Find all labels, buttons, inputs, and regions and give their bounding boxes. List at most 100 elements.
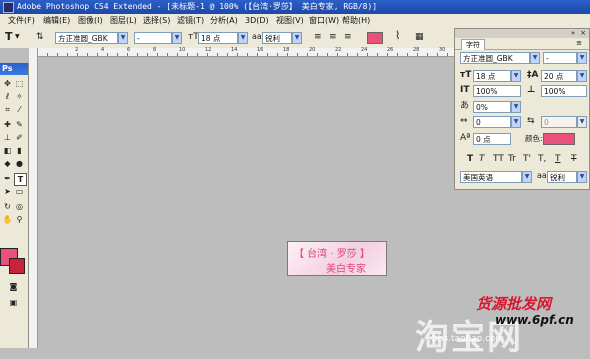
kerning-input[interactable]: 0	[541, 116, 577, 128]
magic-wand-tool-icon[interactable]: ✧	[14, 91, 25, 102]
align-left-icon[interactable]: ≡	[314, 31, 322, 43]
document-text-line1[interactable]: 【 台湾 · 罗莎 】	[294, 245, 370, 260]
subscript-button[interactable]: T,	[538, 153, 546, 165]
ruler-tick: 22	[335, 47, 342, 53]
document-text-line2[interactable]: 美白专家	[326, 260, 366, 275]
menu-edit[interactable]: 编辑(E)	[43, 14, 70, 27]
title-bar: Adobe Photoshop CS4 Extended - [未标题-1 @ …	[0, 0, 590, 14]
menu-file[interactable]: 文件(F)	[8, 14, 35, 27]
character-panel-toggle-icon[interactable]: ▦	[415, 31, 424, 43]
gradient-tool-icon[interactable]: ▮	[14, 145, 25, 156]
pen-tool-icon[interactable]: ✒	[2, 173, 13, 184]
close-icon[interactable]: ×	[579, 29, 587, 37]
font-family-select[interactable]: 方正准圆_GBK	[55, 32, 118, 44]
menu-view[interactable]: 视图(V)	[276, 14, 304, 27]
rectangle-tool-icon[interactable]: ▭	[14, 186, 25, 197]
text-color-swatch[interactable]	[367, 32, 383, 44]
menu-help[interactable]: 帮助(H)	[342, 14, 370, 27]
panel-header: » ×	[455, 29, 589, 38]
strikethrough-button[interactable]: T	[571, 153, 577, 165]
menu-filter[interactable]: 滤镜(T)	[177, 14, 204, 27]
warp-text-icon[interactable]: ⌇	[395, 30, 400, 42]
menu-layer[interactable]: 图层(L)	[110, 14, 137, 27]
character-panel: » × 字符 ≡ 方正准圆_GBK ▼ - ▼ ᴛT 18 点 ▼ ‡A 20 …	[454, 28, 590, 190]
panel-font-size-input[interactable]: 18 点	[473, 70, 511, 82]
font-family-dropdown-icon[interactable]: ▼	[118, 32, 128, 44]
history-brush-tool-icon[interactable]: ✐	[14, 132, 25, 143]
panel-font-family-select[interactable]: 方正准圆_GBK	[460, 52, 530, 64]
clone-stamp-tool-icon[interactable]: ⊥	[2, 132, 13, 143]
faux-bold-button[interactable]: T	[467, 153, 473, 165]
all-caps-button[interactable]: TT	[493, 153, 504, 165]
blur-tool-icon[interactable]: ◆	[2, 158, 13, 169]
leading-dropdown-icon[interactable]: ▼	[577, 70, 587, 82]
3d-orbit-tool-icon[interactable]: ◎	[14, 201, 25, 212]
ruler-tick: 4	[101, 47, 105, 53]
language-select[interactable]: 美国英语	[460, 171, 522, 183]
antialias-select[interactable]: 锐利	[262, 32, 292, 44]
superscript-button[interactable]: T'	[523, 153, 531, 165]
horizontal-scale-input[interactable]: 100%	[541, 85, 587, 97]
faux-italic-button[interactable]: T	[479, 153, 485, 165]
document-canvas[interactable]: 【 台湾 · 罗莎 】 美白专家	[287, 241, 387, 276]
kerning-dropdown-icon[interactable]: ▼	[577, 116, 587, 128]
brush-tool-icon[interactable]: ✎	[14, 119, 25, 130]
tracking-dropdown-icon[interactable]: ▼	[511, 116, 521, 128]
panel-font-style-select[interactable]: -	[543, 52, 577, 64]
chevron-down-icon[interactable]: ▼	[15, 31, 20, 43]
font-style-select[interactable]: -	[134, 32, 172, 44]
text-orientation-icon[interactable]: ⇅	[36, 31, 44, 43]
horizontal-scale-icon: ⊥	[527, 85, 536, 95]
background-color-swatch[interactable]	[9, 258, 25, 274]
healing-brush-tool-icon[interactable]: ✚	[2, 119, 13, 130]
baseline-shift-input[interactable]: 0 点	[473, 133, 511, 145]
align-right-icon[interactable]: ≡	[344, 31, 352, 43]
font-style-dropdown-icon[interactable]: ▼	[172, 32, 182, 44]
type-tool-icon[interactable]: T	[5, 31, 13, 43]
tsume-dropdown-icon[interactable]: ▼	[511, 101, 521, 113]
panel-font-style-dropdown-icon[interactable]: ▼	[577, 52, 587, 64]
tracking-input[interactable]: 0	[473, 116, 511, 128]
tsume-input[interactable]: 0%	[473, 101, 511, 113]
leading-input[interactable]: 20 点	[541, 70, 577, 82]
vertical-scale-input[interactable]: 100%	[473, 85, 521, 97]
antialias-dropdown-icon[interactable]: ▼	[292, 32, 302, 44]
panel-antialias-dropdown-icon[interactable]: ▼	[577, 171, 587, 183]
lasso-tool-icon[interactable]: ℓ	[2, 91, 13, 102]
zoom-tool-icon[interactable]: ⚲	[14, 214, 25, 225]
menu-image[interactable]: 图像(I)	[78, 14, 103, 27]
collapse-icon[interactable]: »	[569, 29, 577, 37]
screen-mode-icon[interactable]: ▣	[8, 297, 19, 308]
baseline-shift-icon: Aª	[460, 133, 471, 143]
tab-character[interactable]: 字符	[461, 39, 485, 50]
path-selection-tool-icon[interactable]: ➤	[2, 186, 13, 197]
panel-color-swatch[interactable]	[543, 133, 575, 145]
crop-tool-icon[interactable]: ⌗	[2, 104, 13, 115]
eyedropper-tool-icon[interactable]: ⁄	[14, 104, 25, 115]
type-tool-icon[interactable]: T	[14, 173, 27, 186]
font-size-dropdown-icon[interactable]: ▼	[238, 32, 248, 44]
small-caps-button[interactable]: Tr	[508, 153, 516, 165]
menu-window[interactable]: 窗口(W)	[309, 14, 339, 27]
quick-mask-icon[interactable]: ◙	[8, 281, 19, 292]
hand-tool-icon[interactable]: ✋	[2, 214, 13, 225]
eraser-tool-icon[interactable]: ◧	[2, 145, 13, 156]
align-center-icon[interactable]: ≡	[329, 31, 337, 43]
menu-analysis[interactable]: 分析(A)	[210, 14, 238, 27]
panel-menu-icon[interactable]: ≡	[575, 39, 583, 47]
menu-select[interactable]: 选择(S)	[143, 14, 170, 27]
panel-font-family-dropdown-icon[interactable]: ▼	[530, 52, 540, 64]
menu-3d[interactable]: 3D(D)	[245, 14, 269, 27]
panel-font-size-dropdown-icon[interactable]: ▼	[511, 70, 521, 82]
taobao-watermark-url: bbs.taobao.com	[432, 334, 505, 344]
panel-antialias-select[interactable]: 锐利	[547, 171, 577, 183]
underline-button[interactable]: T	[555, 153, 561, 165]
3d-rotate-tool-icon[interactable]: ↻	[2, 201, 13, 212]
dodge-tool-icon[interactable]: ●	[14, 158, 25, 169]
marquee-tool-icon[interactable]: ⬚	[14, 78, 25, 89]
toolbox: Ps ✥ ⬚ ℓ ✧ ⌗ ⁄ ✚ ✎ ⊥ ✐ ◧ ▮ ◆ ● ✒ T ➤ ▭ ↻…	[0, 63, 29, 348]
ruler-tick: 16	[257, 47, 264, 53]
font-size-input[interactable]: 18 点	[198, 32, 238, 44]
move-tool-icon[interactable]: ✥	[2, 78, 13, 89]
language-dropdown-icon[interactable]: ▼	[522, 171, 532, 183]
